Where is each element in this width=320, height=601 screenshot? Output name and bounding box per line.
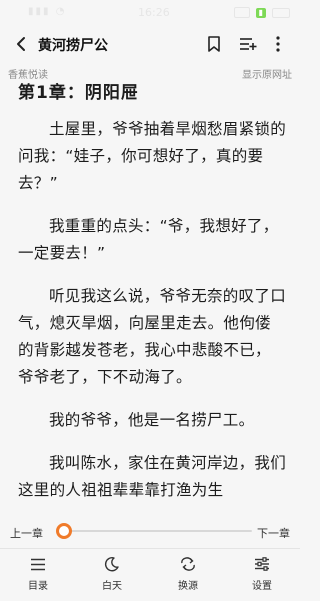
nav-catalog[interactable]: 目录	[8, 555, 68, 595]
book-title: 黄河捞尸公	[38, 38, 108, 54]
paragraph: 我的爷爷，他是一名捞尸工。	[49, 411, 255, 429]
view-original-link[interactable]: 显示原网址	[242, 66, 292, 81]
nav-catalog-label: 目录	[28, 581, 48, 592]
progress-track[interactable]	[58, 530, 252, 532]
paragraph: 我叫陈水，家住在黄河岸边，我们这里的人祖祖辈辈靠打渔为生	[18, 454, 287, 499]
nav-settings[interactable]: 设置	[232, 555, 292, 595]
nav-switch-source[interactable]: 换源	[158, 555, 218, 595]
chevron-left-icon	[17, 37, 25, 51]
paragraph: 听见我这么说，爷爷无奈的叹了口气，熄灭旱烟，向屋里走去。他佝偻的背影越发苍老，我…	[18, 287, 287, 386]
next-chapter-button[interactable]: 下一章	[257, 525, 290, 541]
status-left-icons: ▮▮▮ ◔	[28, 6, 67, 17]
add-to-shelf-button[interactable]	[238, 34, 258, 54]
source-bar: 香蕉悦读 显示原网址	[0, 64, 300, 81]
source-name: 香蕉悦读	[8, 70, 48, 81]
prev-chapter-button[interactable]: 上一章	[10, 525, 43, 541]
status-time: 16:26	[138, 6, 170, 19]
more-vertical-icon	[276, 36, 280, 52]
paragraph: 土屋里，爷爷抽着旱烟愁眉紧锁的问我：“娃子，你可想好了，真的要去？”	[18, 120, 287, 192]
nav-day-mode-label: 白天	[102, 581, 122, 592]
sliders-icon	[255, 557, 269, 571]
chapter-text: 土屋里，爷爷抽着旱烟愁眉紧锁的问我：“娃子，你可想好了，真的要去？” 我重重的点…	[18, 116, 286, 516]
reader-content[interactable]: 第1章：阴阳屉 土屋里，爷爷抽着旱烟愁眉紧锁的问我：“娃子，你可想好了，真的要去…	[0, 80, 300, 516]
refresh-icon	[181, 557, 195, 571]
paragraph: 我重重的点头：“爷，我想好了，一定要去！”	[18, 217, 279, 262]
bottom-nav: 目录 白天 换源 设置	[0, 548, 300, 601]
signal-icon	[233, 7, 250, 18]
add-list-icon	[240, 38, 257, 50]
chapter-title: 第1章：阴阳屉	[18, 83, 139, 103]
nav-settings-label: 设置	[252, 581, 272, 592]
bookmark-button[interactable]	[204, 34, 224, 54]
back-button[interactable]	[12, 34, 30, 54]
battery-icon	[272, 7, 290, 18]
nav-switch-source-label: 换源	[178, 581, 198, 592]
battery-badge: ▮	[255, 7, 266, 18]
moon-icon	[104, 557, 119, 572]
progress-thumb[interactable]	[55, 523, 72, 539]
list-icon	[31, 558, 45, 570]
chapter-progress-bar: 上一章 下一章	[0, 516, 300, 546]
status-right-icons: ▮	[233, 7, 290, 18]
bookmark-icon	[208, 36, 220, 52]
more-button[interactable]	[268, 34, 288, 54]
status-bar: ▮▮▮ ◔ 16:26 ▮	[0, 0, 300, 26]
toolbar: 黄河捞尸公	[0, 26, 300, 62]
nav-day-mode[interactable]: 白天	[82, 555, 142, 595]
